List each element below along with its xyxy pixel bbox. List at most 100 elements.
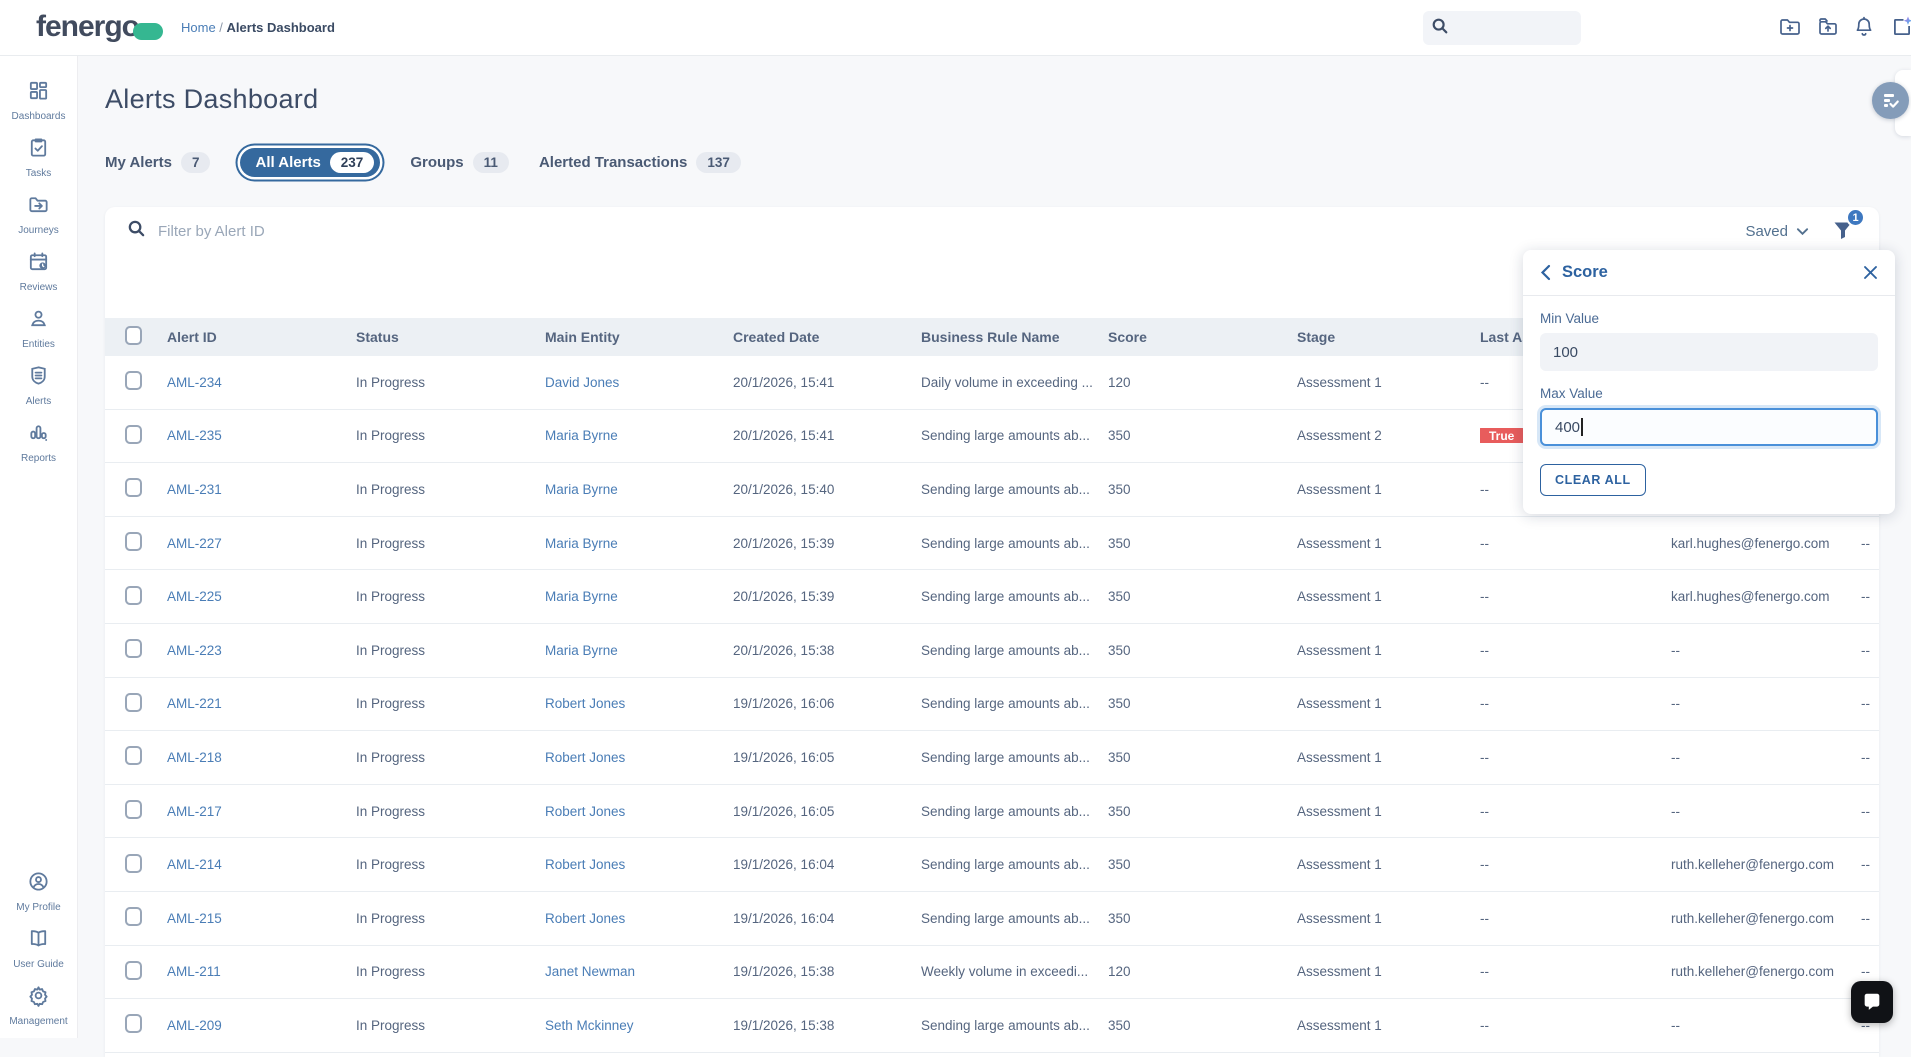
checkbox-icon[interactable] (125, 907, 142, 926)
business-rule-cell: Sending large amounts ab... (921, 804, 1108, 819)
sidebar-item-my-profile[interactable]: My Profile (0, 863, 78, 920)
row-checkbox[interactable] (125, 1014, 167, 1036)
row-checkbox[interactable] (125, 532, 167, 554)
compose-ai-icon[interactable] (1889, 14, 1911, 45)
main-entity-link[interactable]: Janet Newman (545, 964, 733, 979)
fenergo-logo[interactable]: fenergo (36, 10, 163, 44)
main-entity-link[interactable]: Maria Byrne (545, 482, 733, 497)
filter-funnel-button[interactable]: 1 (1831, 218, 1857, 244)
alert-id-link[interactable]: AML-221 (167, 696, 356, 711)
row-checkbox[interactable] (125, 478, 167, 500)
notifications-bell-icon[interactable] (1852, 15, 1876, 44)
col-stage[interactable]: Stage (1297, 329, 1480, 345)
row-checkbox[interactable] (125, 961, 167, 983)
clear-all-button[interactable]: CLEAR ALL (1540, 464, 1646, 496)
sidebar-item-alerts[interactable]: Alerts (0, 357, 78, 414)
col-main-entity[interactable]: Main Entity (545, 329, 733, 345)
saved-filters-dropdown[interactable]: Saved (1745, 223, 1809, 240)
alert-id-link[interactable]: AML-217 (167, 804, 356, 819)
checkbox-icon[interactable] (125, 961, 142, 980)
main-entity-link[interactable]: Robert Jones (545, 857, 733, 872)
max-value-input[interactable]: 400 (1540, 408, 1878, 446)
alert-id-link[interactable]: AML-218 (167, 750, 356, 765)
row-checkbox[interactable] (125, 907, 167, 929)
created-date-cell: 19/1/2026, 16:05 (733, 804, 921, 819)
alert-id-link[interactable]: AML-209 (167, 1018, 356, 1033)
breadcrumb-home-link[interactable]: Home (181, 20, 216, 35)
sidebar-item-tasks[interactable]: Tasks (0, 129, 78, 186)
main-entity-link[interactable]: David Jones (545, 375, 733, 390)
alert-id-link[interactable]: AML-225 (167, 589, 356, 604)
checkbox-icon[interactable] (125, 586, 142, 605)
sidebar-item-management[interactable]: Management (0, 977, 78, 1034)
main-entity-link[interactable]: Maria Byrne (545, 428, 733, 443)
row-checkbox[interactable] (125, 425, 167, 447)
row-checkbox[interactable] (125, 800, 167, 822)
chat-launcher-button[interactable] (1851, 981, 1893, 1023)
checkbox-icon[interactable] (125, 326, 142, 345)
main-entity-link[interactable]: Robert Jones (545, 696, 733, 711)
row-checkbox[interactable] (125, 746, 167, 768)
alert-id-link[interactable]: AML-234 (167, 375, 356, 390)
table-row: AML-223In ProgressMaria Byrne20/1/2026, … (105, 624, 1879, 678)
sidebar-item-reviews[interactable]: Reviews (0, 243, 78, 300)
row-checkbox[interactable] (125, 693, 167, 715)
col-business-rule[interactable]: Business Rule Name (921, 329, 1108, 345)
global-search-input[interactable] (1449, 21, 1559, 36)
stage-cell: Assessment 1 (1297, 589, 1480, 604)
alert-id-link[interactable]: AML-211 (167, 964, 356, 979)
main-entity-link[interactable]: Seth Mckinney (545, 1018, 733, 1033)
col-alert-id[interactable]: Alert ID (167, 329, 356, 345)
checkbox-icon[interactable] (125, 371, 142, 390)
global-search[interactable] (1423, 11, 1581, 45)
alert-id-link[interactable]: AML-215 (167, 911, 356, 926)
tab-all-alerts[interactable]: All Alerts 237 (240, 148, 380, 177)
col-created-date[interactable]: Created Date (733, 329, 921, 345)
sidebar-item-journeys[interactable]: Journeys (0, 186, 78, 243)
main-entity-link[interactable]: Maria Byrne (545, 643, 733, 658)
checkbox-icon[interactable] (125, 693, 142, 712)
tab-alerted-transactions[interactable]: Alerted Transactions 137 (539, 152, 741, 173)
main-entity-link[interactable]: Robert Jones (545, 804, 733, 819)
checkbox-icon[interactable] (125, 532, 142, 551)
main-entity-link[interactable]: Robert Jones (545, 750, 733, 765)
select-all-checkbox[interactable] (125, 326, 167, 348)
checkbox-icon[interactable] (125, 425, 142, 444)
sidebar-item-user-guide[interactable]: User Guide (0, 920, 78, 977)
row-checkbox[interactable] (125, 639, 167, 661)
col-score[interactable]: Score (1108, 329, 1297, 345)
main-entity-link[interactable]: Maria Byrne (545, 536, 733, 551)
alert-id-link[interactable]: AML-227 (167, 536, 356, 551)
col-status[interactable]: Status (356, 329, 545, 345)
panel-back-button[interactable] (1540, 264, 1551, 281)
checkbox-icon[interactable] (125, 478, 142, 497)
checkbox-icon[interactable] (125, 800, 142, 819)
tab-groups[interactable]: Groups 11 (410, 152, 509, 173)
panel-close-button[interactable] (1863, 265, 1878, 280)
row-checkbox[interactable] (125, 854, 167, 876)
alert-id-link[interactable]: AML-231 (167, 482, 356, 497)
sidebar-item-entities[interactable]: Entities (0, 300, 78, 357)
sidebar-item-reports[interactable]: Reports (0, 414, 78, 471)
alert-id-link[interactable]: AML-223 (167, 643, 356, 658)
sidebar-item-label: Dashboards (12, 111, 66, 122)
side-panel-toggle-button[interactable] (1872, 82, 1909, 119)
main-entity-link[interactable]: Robert Jones (545, 911, 733, 926)
tab-my-alerts[interactable]: My Alerts 7 (105, 152, 210, 173)
assignee-cell: karl.hughes@fenergo.com (1671, 536, 1861, 551)
alert-id-link[interactable]: AML-235 (167, 428, 356, 443)
min-value-input[interactable]: 100 (1540, 333, 1878, 371)
folder-add-icon[interactable] (1778, 15, 1802, 44)
fenergo-logo-pill (133, 23, 163, 40)
row-checkbox[interactable] (125, 371, 167, 393)
sidebar-item-dashboards[interactable]: Dashboards (0, 72, 78, 129)
checkbox-icon[interactable] (125, 639, 142, 658)
checkbox-icon[interactable] (125, 1014, 142, 1033)
folder-move-icon[interactable] (1815, 15, 1839, 44)
row-checkbox[interactable] (125, 586, 167, 608)
alert-id-filter-input[interactable] (158, 223, 578, 240)
main-entity-link[interactable]: Maria Byrne (545, 589, 733, 604)
checkbox-icon[interactable] (125, 854, 142, 873)
alert-id-link[interactable]: AML-214 (167, 857, 356, 872)
checkbox-icon[interactable] (125, 746, 142, 765)
